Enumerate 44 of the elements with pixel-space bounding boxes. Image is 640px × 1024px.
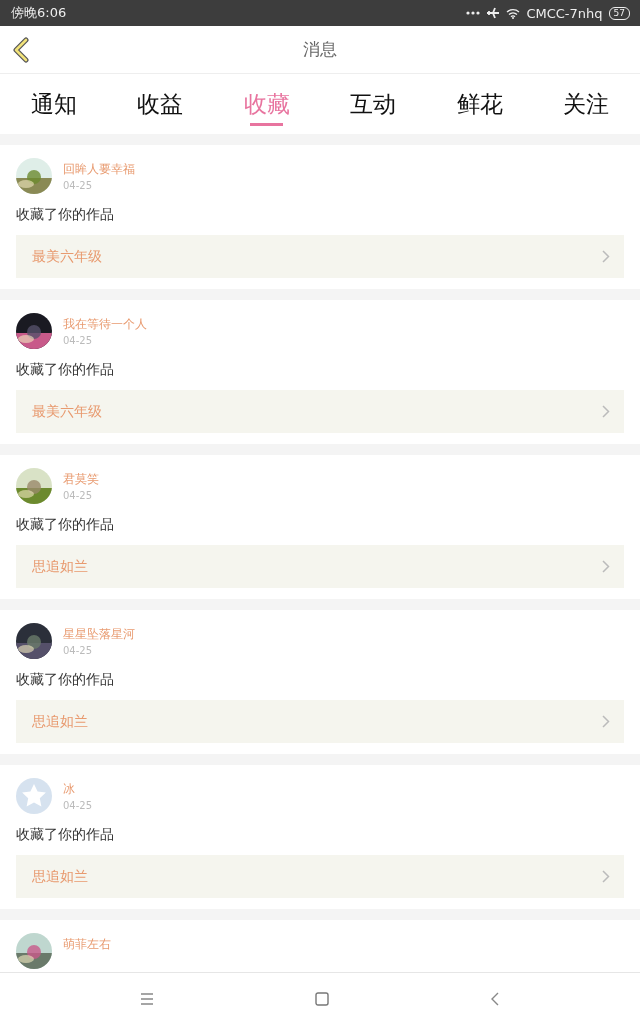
message-text: 收藏了你的作品: [16, 206, 115, 224]
airplane-icon: [486, 7, 501, 19]
tab[interactable]: 通知: [5, 74, 102, 134]
home-button[interactable]: [315, 991, 329, 1006]
user-name: 君莫笑: [63, 471, 99, 488]
message-text: 收藏了你的作品: [16, 826, 115, 844]
chevron-right-icon: [602, 405, 610, 418]
message-date: 04-25: [63, 180, 94, 191]
work-link[interactable]: 思追如兰: [16, 545, 624, 588]
work-link[interactable]: 最美六年级: [16, 390, 624, 433]
tab[interactable]: 鲜花: [431, 74, 529, 134]
page-title: 消息: [303, 38, 337, 61]
message-text: 收藏了你的作品: [16, 516, 115, 534]
menu-button[interactable]: [140, 992, 155, 1005]
chevron-right-icon: [602, 250, 610, 263]
wifi-icon: [506, 7, 521, 19]
message-date: 04-25: [63, 490, 94, 501]
work-link[interactable]: 最美六年级: [16, 235, 624, 278]
message-date: 04-25: [63, 335, 94, 346]
battery-level: 57: [608, 6, 630, 20]
more-dots-icon: [466, 11, 481, 15]
chevron-right-icon: [602, 560, 610, 573]
star-avatar-icon: [16, 778, 52, 814]
message-text: 收藏了你的作品: [16, 671, 115, 689]
tab[interactable]: 互动: [324, 74, 422, 134]
back-nav-button[interactable]: [489, 991, 500, 1006]
back-button[interactable]: [10, 37, 32, 63]
tab[interactable]: 收益: [111, 74, 209, 134]
message-text: 收藏了你的作品: [16, 361, 115, 379]
chevron-right-icon: [602, 870, 610, 883]
status-time: 傍晚6:06: [11, 4, 68, 22]
user-name: 星星坠落星河: [63, 626, 135, 643]
work-link[interactable]: 思追如兰: [16, 855, 624, 898]
user-name: 回眸人要幸福: [63, 161, 135, 178]
work-link[interactable]: 思追如兰: [16, 700, 624, 743]
message-date: 04-25: [63, 645, 94, 656]
tab[interactable]: 收藏: [218, 74, 316, 134]
user-name: 我在等待一个人: [63, 316, 147, 333]
tab[interactable]: 关注: [537, 74, 635, 134]
chevron-right-icon: [602, 715, 610, 728]
user-name: 冰: [63, 781, 76, 798]
message-date: 04-25: [63, 800, 93, 811]
user-name: 萌菲左右: [63, 936, 111, 953]
carrier-name: CMCC-7nhq: [526, 5, 603, 21]
